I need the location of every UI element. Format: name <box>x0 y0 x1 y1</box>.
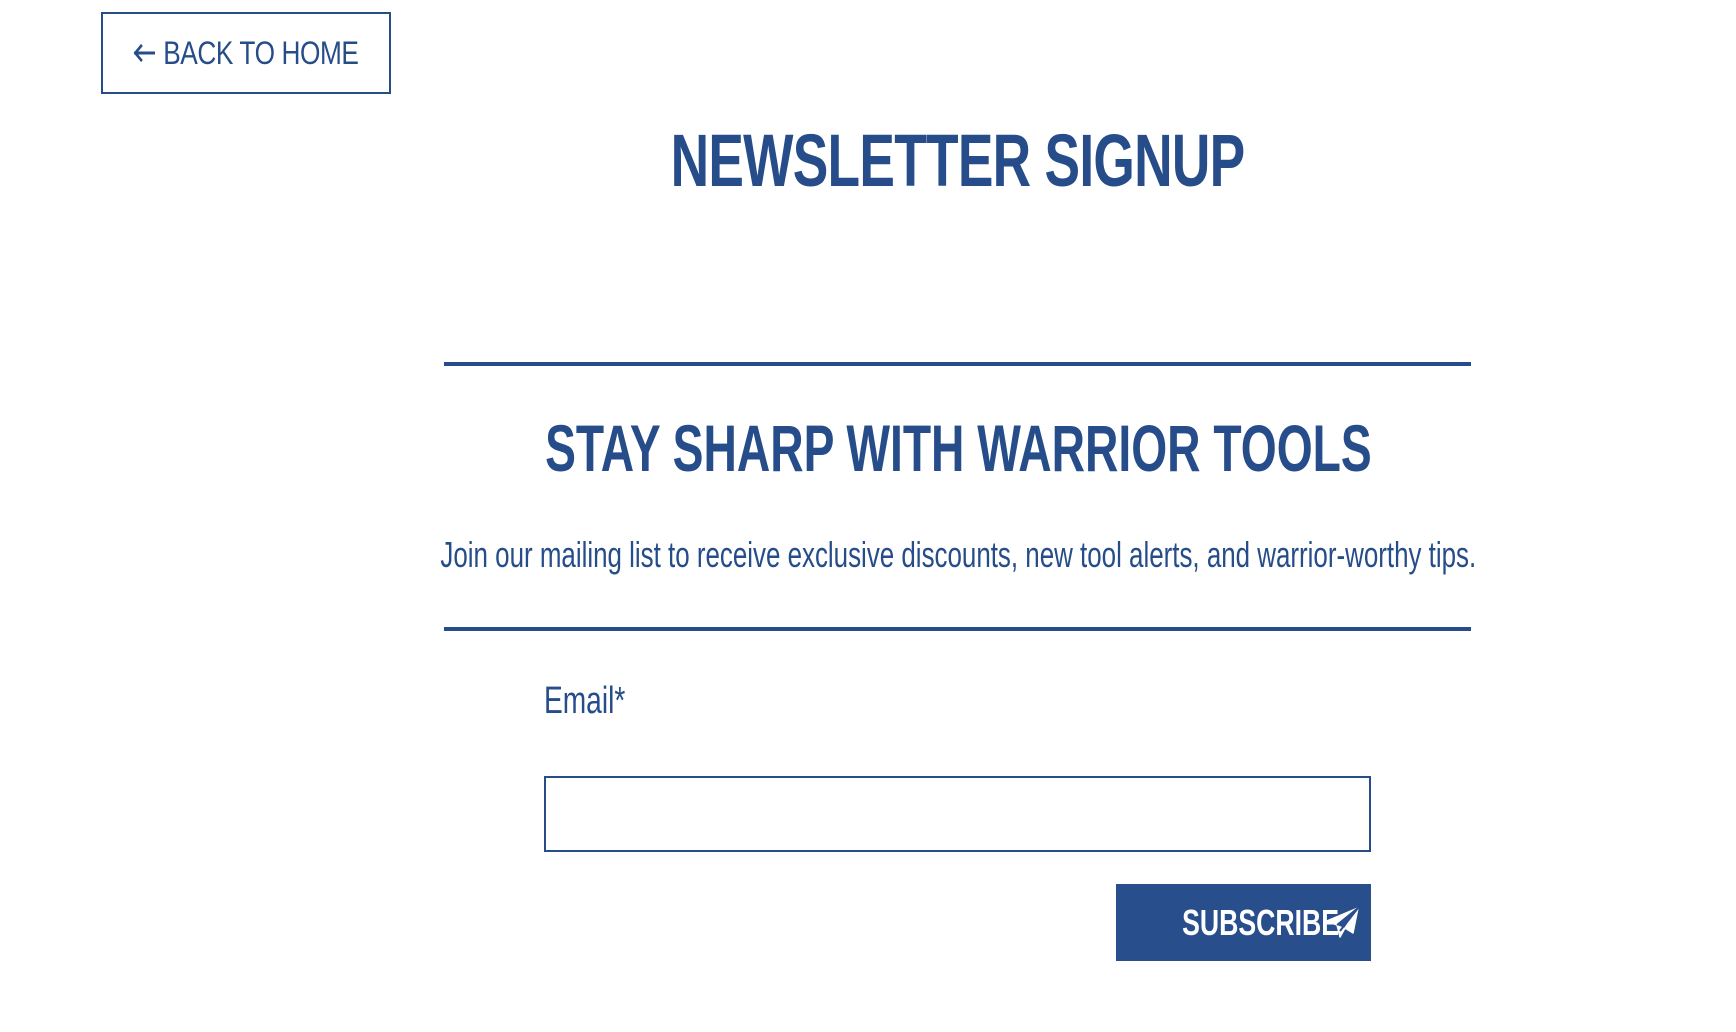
subscribe-button[interactable]: SUBSCRIBE <box>1116 884 1371 961</box>
subscribe-label: SUBSCRIBE <box>1182 901 1340 943</box>
email-label: Email* <box>544 680 626 722</box>
section-heading: STAY SHARP WITH WARRIOR TOOLS <box>0 410 1736 486</box>
divider-top <box>444 362 1471 366</box>
page-title: NEWSLETTER SIGNUP <box>0 118 1736 203</box>
section-heading-text: STAY SHARP WITH WARRIOR TOOLS <box>544 411 1372 485</box>
email-input[interactable] <box>544 776 1371 852</box>
intro-text-content: Join our mailing list to receive exclusi… <box>440 534 1476 575</box>
arrow-left-icon <box>133 44 155 62</box>
page-title-text: NEWSLETTER SIGNUP <box>671 119 1246 202</box>
intro-text: Join our mailing list to receive exclusi… <box>0 534 1736 576</box>
back-to-home-label: BACK TO HOME <box>163 34 359 71</box>
divider-bottom <box>444 627 1471 631</box>
back-to-home-button[interactable]: BACK TO HOME <box>101 12 391 94</box>
